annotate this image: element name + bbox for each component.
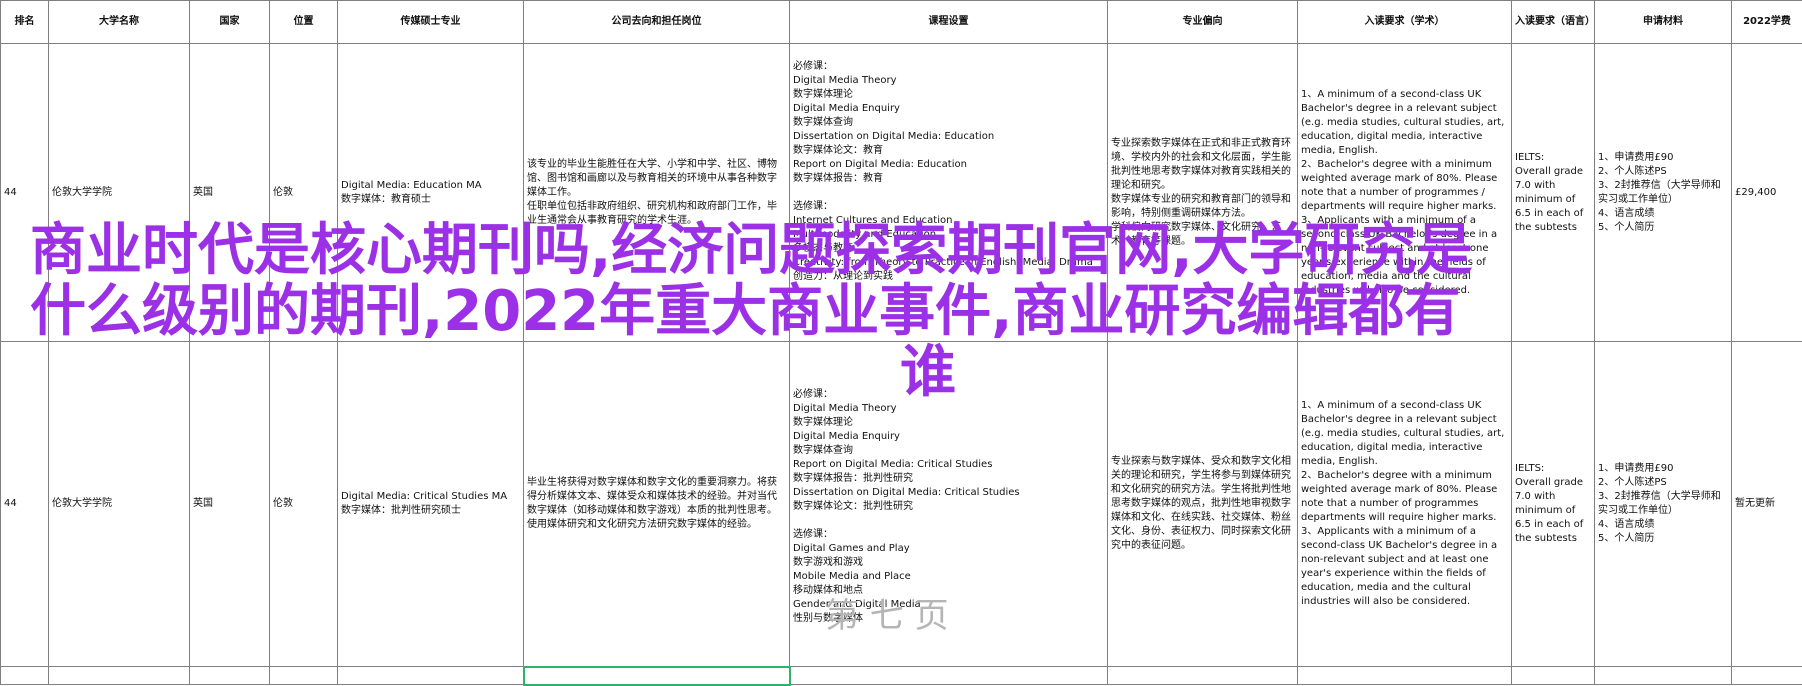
header-career[interactable]: 公司去向和担任岗位 — [524, 1, 790, 44]
overlay-line-1: 商业时代是核心期刊吗,经济问题探索期刊官网,大学研究是 — [30, 220, 1510, 281]
cell-materials[interactable]: 1、申请费用£90 2、个人陈述PS 3、2封推荐信（大学导师和实习或工作单位）… — [1595, 44, 1732, 342]
empty-cell[interactable] — [338, 667, 524, 685]
empty-cell[interactable] — [1108, 667, 1298, 685]
empty-cell[interactable] — [1732, 667, 1802, 685]
header-program[interactable]: 传媒硕士专业 — [338, 1, 524, 44]
cell-language[interactable]: IELTS: Overall grade 7.0 with minimum of… — [1512, 342, 1595, 667]
empty-cell[interactable] — [790, 667, 1108, 685]
overlay-line-2: 什么级别的期刊,2022年重大商业事件,商业研究编辑都有 — [30, 281, 1510, 342]
header-academic[interactable]: 入读要求（学术） — [1298, 1, 1512, 44]
empty-cell[interactable] — [1298, 667, 1512, 685]
empty-cell[interactable] — [270, 667, 338, 685]
empty-cell[interactable] — [1, 667, 49, 685]
header-focus[interactable]: 专业偏向 — [1108, 1, 1298, 44]
selected-cell[interactable] — [524, 667, 790, 685]
header-courses[interactable]: 课程设置 — [790, 1, 1108, 44]
cell-language[interactable]: IELTS: Overall grade 7.0 with minimum of… — [1512, 44, 1595, 342]
table-row — [1, 667, 1802, 685]
header-row: 排名 大学名称 国家 位置 传媒硕士专业 公司去向和担任岗位 课程设置 专业偏向… — [1, 1, 1802, 44]
overlay-headline: 商业时代是核心期刊吗,经济问题探索期刊官网,大学研究是 什么级别的期刊,2022… — [30, 220, 1510, 403]
header-tuition[interactable]: 2022学费 — [1732, 1, 1802, 44]
empty-cell[interactable] — [1512, 667, 1595, 685]
cell-tuition[interactable]: £29,400 — [1732, 44, 1802, 342]
empty-cell[interactable] — [1595, 667, 1732, 685]
header-location[interactable]: 位置 — [270, 1, 338, 44]
header-country[interactable]: 国家 — [190, 1, 270, 44]
empty-cell[interactable] — [190, 667, 270, 685]
header-language[interactable]: 入读要求（语言） — [1512, 1, 1595, 44]
cell-tuition[interactable]: 暂无更新 — [1732, 342, 1802, 667]
overlay-line-3: 谁 — [30, 342, 1510, 403]
empty-cell[interactable] — [49, 667, 190, 685]
header-rank[interactable]: 排名 — [1, 1, 49, 44]
cell-materials[interactable]: 1、申请费用£90 2、个人陈述PS 3、2封推荐信（大学导师和实习或工作单位）… — [1595, 342, 1732, 667]
header-materials[interactable]: 申请材料 — [1595, 1, 1732, 44]
header-university[interactable]: 大学名称 — [49, 1, 190, 44]
